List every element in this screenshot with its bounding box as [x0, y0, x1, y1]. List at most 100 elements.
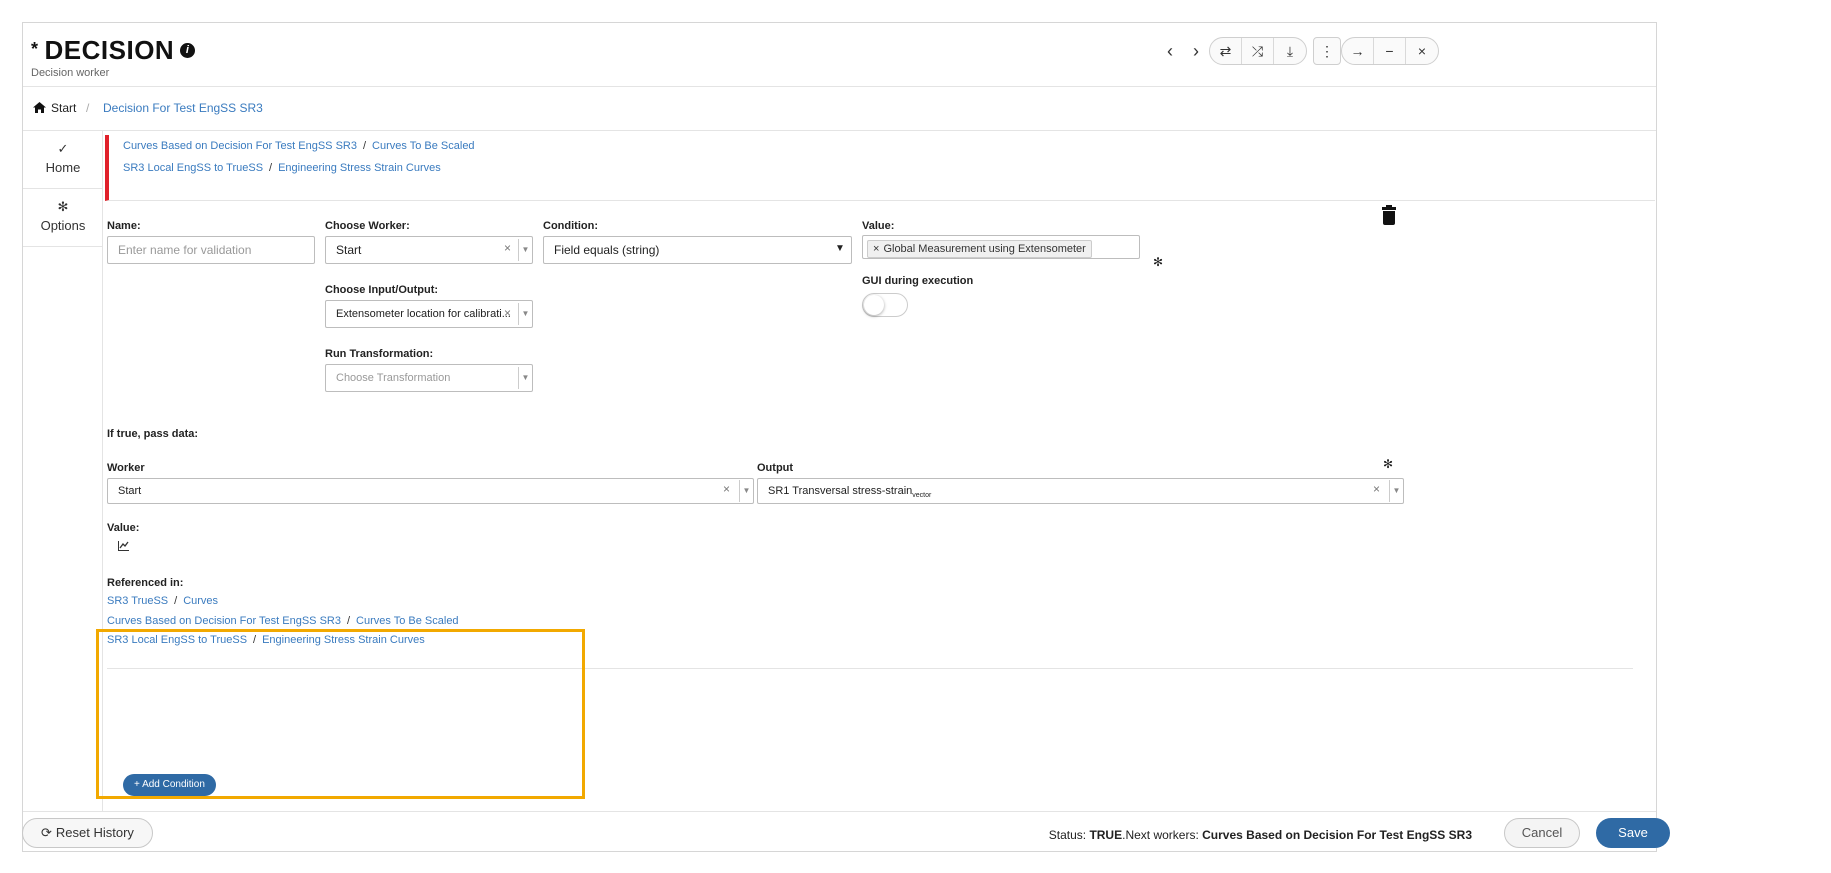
transform-select[interactable]: Choose Transformation	[325, 364, 533, 392]
pass-worker-value: Start	[118, 485, 142, 497]
condition-label: Condition:	[543, 220, 598, 232]
clear-x-icon[interactable]: ×	[723, 482, 730, 496]
output-settings-gear-icon[interactable]: ✻	[1383, 457, 1393, 471]
remove-tag-icon[interactable]: ×	[873, 243, 879, 255]
gear-icon: ✻	[57, 199, 69, 214]
reference-link[interactable]: SR3 TrueSS	[107, 595, 168, 607]
gui-toggle[interactable]	[862, 293, 908, 317]
sidebar-item-label: Home	[45, 160, 81, 175]
value-tag-label: Global Measurement using Extensometer	[883, 243, 1086, 255]
prev-arrow-icon[interactable]: ‹	[1160, 41, 1180, 62]
top-references: Curves Based on Decision For Test EngSS …	[105, 135, 1655, 201]
info-icon[interactable]: i	[180, 42, 196, 58]
refresh-icon: ⟳	[41, 825, 52, 840]
pass-worker-label: Worker	[107, 462, 145, 474]
kebab-button[interactable]: ⋮	[1313, 37, 1341, 65]
action-button-group: ⇄ ⤮ ⤓	[1209, 37, 1307, 65]
name-label: Name:	[107, 220, 141, 232]
breadcrumb: Start / Decision For Test EngSS SR3	[23, 87, 1656, 131]
name-input[interactable]: Enter name for validation	[107, 236, 315, 264]
reference-link[interactable]: Curves	[183, 595, 218, 607]
transform-label: Run Transformation:	[325, 348, 434, 360]
io-select-value: Extensometer location for calibrati...	[336, 308, 511, 320]
pass-data-title: If true, pass data:	[107, 428, 199, 440]
top-reference-line: SR3 Local EngSS to TrueSS / Engineering St…	[123, 162, 441, 174]
breadcrumb-separator: /	[86, 101, 90, 115]
reference-link[interactable]: Curves Based on Decision For Test EngSS …	[123, 140, 357, 152]
status-text: Status: TRUE.Next workers: Curves Based …	[1049, 828, 1472, 842]
download-icon[interactable]: ⤓	[1274, 38, 1306, 64]
chevron-down-icon[interactable]: ▼	[1389, 480, 1403, 502]
next-workers-label: .Next workers:	[1122, 828, 1199, 842]
home-icon	[33, 102, 46, 113]
breadcrumb-home-label: Start	[51, 101, 77, 115]
minimize-icon[interactable]: −	[1374, 38, 1406, 64]
reference-link[interactable]: Engineering Stress Strain Curves	[278, 162, 441, 174]
close-icon[interactable]: ×	[1406, 38, 1438, 64]
shuffle-icon[interactable]: ⤮	[1242, 38, 1274, 64]
referenced-line: Curves Based on Decision For Test EngSS …	[107, 615, 459, 627]
reference-link[interactable]: Curves To Be Scaled	[372, 140, 475, 152]
cancel-button[interactable]: Cancel	[1504, 818, 1580, 848]
gui-label: GUI during execution	[862, 275, 974, 287]
pass-value-label: Value:	[107, 522, 140, 534]
condition-select[interactable]: Field equals (string)	[543, 236, 852, 264]
chevron-down-icon[interactable]: ▼	[835, 243, 845, 254]
reference-link[interactable]: Curves To Be Scaled	[356, 615, 459, 627]
top-reference-line: Curves Based on Decision For Test EngSS …	[123, 140, 475, 152]
reference-link[interactable]: SR3 Local EngSS to TrueSS	[123, 162, 263, 174]
reference-separator: /	[269, 162, 273, 174]
forward-icon[interactable]: →	[1342, 38, 1374, 64]
value-tag: × Global Measurement using Extensometer	[867, 240, 1092, 258]
reference-link[interactable]: Curves Based on Decision For Test EngSS …	[107, 615, 341, 627]
sidebar-item-options[interactable]: ✻ Options	[23, 189, 103, 247]
clear-x-icon[interactable]: ×	[1373, 482, 1380, 496]
worker-select[interactable]: Start	[325, 236, 533, 264]
referenced-title: Referenced in:	[107, 577, 184, 589]
value-label: Value:	[862, 220, 895, 232]
io-label: Choose Input/Output:	[325, 284, 439, 296]
swap-icon[interactable]: ⇄	[1210, 38, 1242, 64]
chevron-down-icon[interactable]: ▼	[739, 480, 753, 502]
line-chart-stroke	[119, 541, 129, 549]
pass-output-value: SR1 Transversal stress-strain	[768, 485, 913, 497]
title-text: DECISION	[44, 35, 175, 65]
footer-bar: ⟳ Reset History Status: TRUE.Next workers…	[22, 811, 1670, 851]
io-select[interactable]: Extensometer location for calibrati...	[325, 300, 533, 328]
value-tag-input[interactable]: × Global Measurement using Extensometer	[862, 235, 1140, 259]
add-condition-button[interactable]: + Add Condition	[123, 774, 216, 796]
window-header: * DECISION i Decision worker ‹ › ⇄ ⤮ ⤓ ⋮ →…	[23, 23, 1656, 87]
reference-separator: /	[346, 615, 351, 627]
referenced-line: SR3 TrueSS / Curves	[107, 595, 218, 607]
reset-history-button[interactable]: ⟳ Reset History	[22, 818, 153, 848]
breadcrumb-home[interactable]: Start	[33, 101, 76, 115]
sidebar-item-label: Options	[40, 218, 86, 233]
next-arrow-icon[interactable]: ›	[1186, 41, 1206, 62]
kebab-icon[interactable]: ⋮	[1314, 38, 1340, 64]
save-button[interactable]: Save	[1596, 818, 1670, 848]
reset-history-label: Reset History	[55, 825, 134, 840]
reference-separator: /	[362, 140, 367, 152]
condition-select-value: Field equals (string)	[554, 243, 660, 257]
reference-separator: /	[174, 595, 178, 607]
value-settings-gear-icon[interactable]: ✻	[1153, 255, 1163, 269]
page-title: * DECISION i	[31, 35, 196, 66]
sidebar-item-home[interactable]: ✓ Home	[23, 131, 103, 189]
window-button-group: → − ×	[1341, 37, 1439, 65]
chevron-down-icon[interactable]: ▼	[518, 239, 532, 261]
breadcrumb-current[interactable]: Decision For Test EngSS SR3	[103, 101, 263, 115]
page-subtitle: Decision worker	[31, 67, 110, 79]
status-label: Status:	[1048, 828, 1087, 842]
clear-x-icon[interactable]: ×	[504, 306, 511, 320]
chevron-down-icon[interactable]: ▼	[518, 303, 532, 325]
pass-worker-select[interactable]: Start	[107, 478, 754, 504]
pass-output-subscript: vector	[912, 492, 932, 500]
unsaved-marker: *	[31, 39, 39, 59]
trash-icon[interactable]	[1382, 205, 1396, 225]
clear-x-icon[interactable]: ×	[504, 241, 511, 255]
chevron-down-icon[interactable]: ▼	[518, 367, 532, 389]
pass-output-label: Output	[757, 462, 794, 474]
pass-output-select[interactable]: SR1 Transversal stress-strainvector	[757, 478, 1404, 504]
line-chart-icon[interactable]	[118, 541, 129, 551]
worker-select-value: Start	[336, 243, 362, 257]
